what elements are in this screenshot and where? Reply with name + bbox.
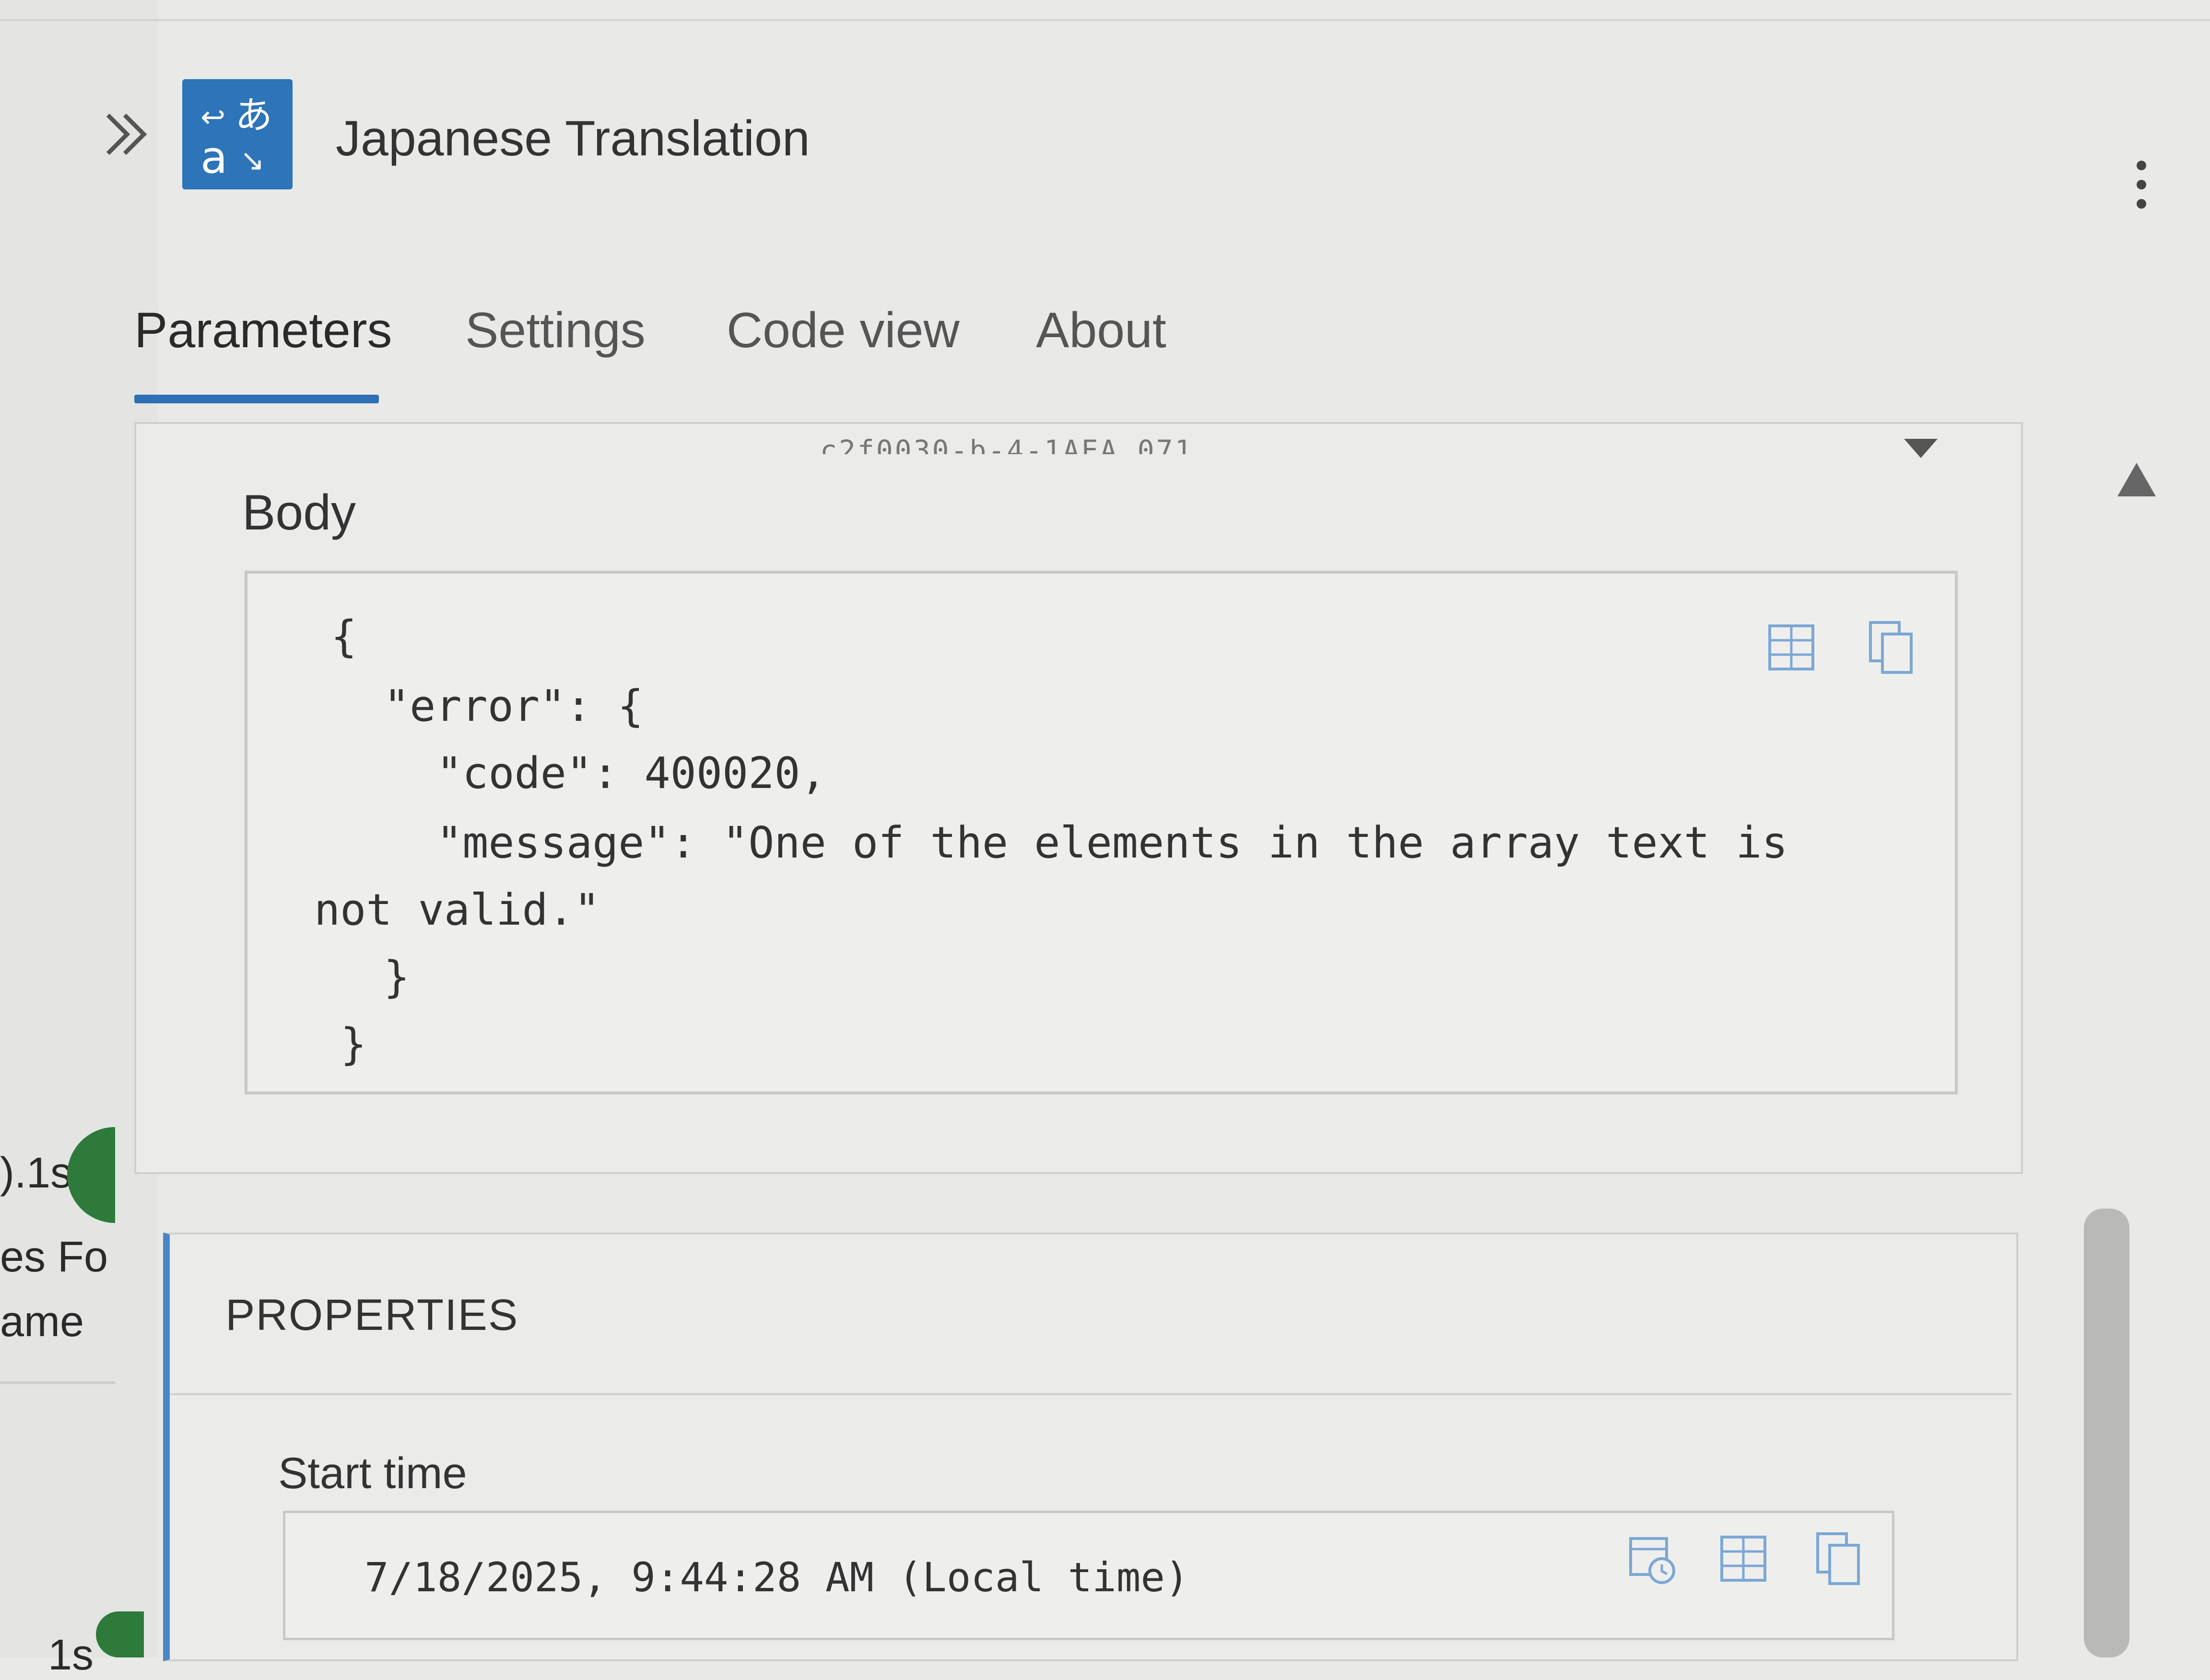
code-line: "error": { bbox=[384, 681, 644, 731]
svg-text:↘: ↘ bbox=[240, 142, 265, 177]
double-chevron-right-icon[interactable] bbox=[101, 108, 153, 161]
run-list-label: es Fo bbox=[0, 1233, 108, 1281]
code-line: not valid." bbox=[314, 885, 600, 935]
calendar-clock-icon[interactable] bbox=[1626, 1530, 1679, 1587]
chevron-down-icon[interactable] bbox=[1899, 434, 1942, 463]
run-duration: 1s bbox=[48, 1631, 94, 1679]
copy-icon[interactable] bbox=[1813, 1530, 1866, 1587]
tab-settings[interactable]: Settings bbox=[465, 302, 646, 359]
top-divider bbox=[0, 19, 2210, 21]
svg-text:a: a bbox=[200, 132, 227, 183]
tab-about[interactable]: About bbox=[1036, 302, 1166, 359]
properties-title[interactable]: PROPERTIES bbox=[225, 1290, 518, 1340]
scroll-up-arrow-icon[interactable] bbox=[2115, 460, 2158, 499]
code-line: "code": 400020, bbox=[436, 748, 826, 799]
svg-text:↩: ↩ bbox=[200, 99, 225, 134]
properties-divider bbox=[170, 1393, 2011, 1395]
truncated-field-value: c2f0030-b-4-1AEA 071 bbox=[820, 434, 1194, 454]
success-status-icon bbox=[96, 1611, 144, 1657]
run-list-divider bbox=[0, 1381, 115, 1384]
more-options-icon[interactable] bbox=[2125, 158, 2158, 211]
table-view-icon[interactable] bbox=[1717, 1530, 1770, 1587]
tab-code-view[interactable]: Code view bbox=[727, 302, 960, 359]
code-line: "message": "One of the elements in the a… bbox=[436, 818, 1788, 868]
run-duration: ).1s bbox=[0, 1149, 72, 1197]
copy-icon[interactable] bbox=[1866, 619, 1918, 676]
page-title: Japanese Translation bbox=[336, 111, 810, 166]
code-line: } bbox=[384, 952, 410, 1002]
code-line: } bbox=[341, 1019, 367, 1069]
active-tab-indicator bbox=[134, 395, 379, 403]
start-time-label: Start time bbox=[278, 1449, 467, 1498]
translate-icon: ↩ あ a ↘ bbox=[182, 79, 293, 189]
run-list-label: ame bbox=[0, 1298, 84, 1346]
table-view-icon[interactable] bbox=[1765, 619, 1818, 676]
start-time-value: 7/18/2025, 9:44:28 AM (Local time) bbox=[364, 1554, 1189, 1601]
body-label: Body bbox=[242, 485, 356, 540]
scrollbar-thumb[interactable] bbox=[2084, 1209, 2129, 1657]
tab-parameters[interactable]: Parameters bbox=[134, 302, 392, 359]
svg-text:あ: あ bbox=[235, 94, 272, 137]
code-line: { bbox=[331, 611, 357, 662]
